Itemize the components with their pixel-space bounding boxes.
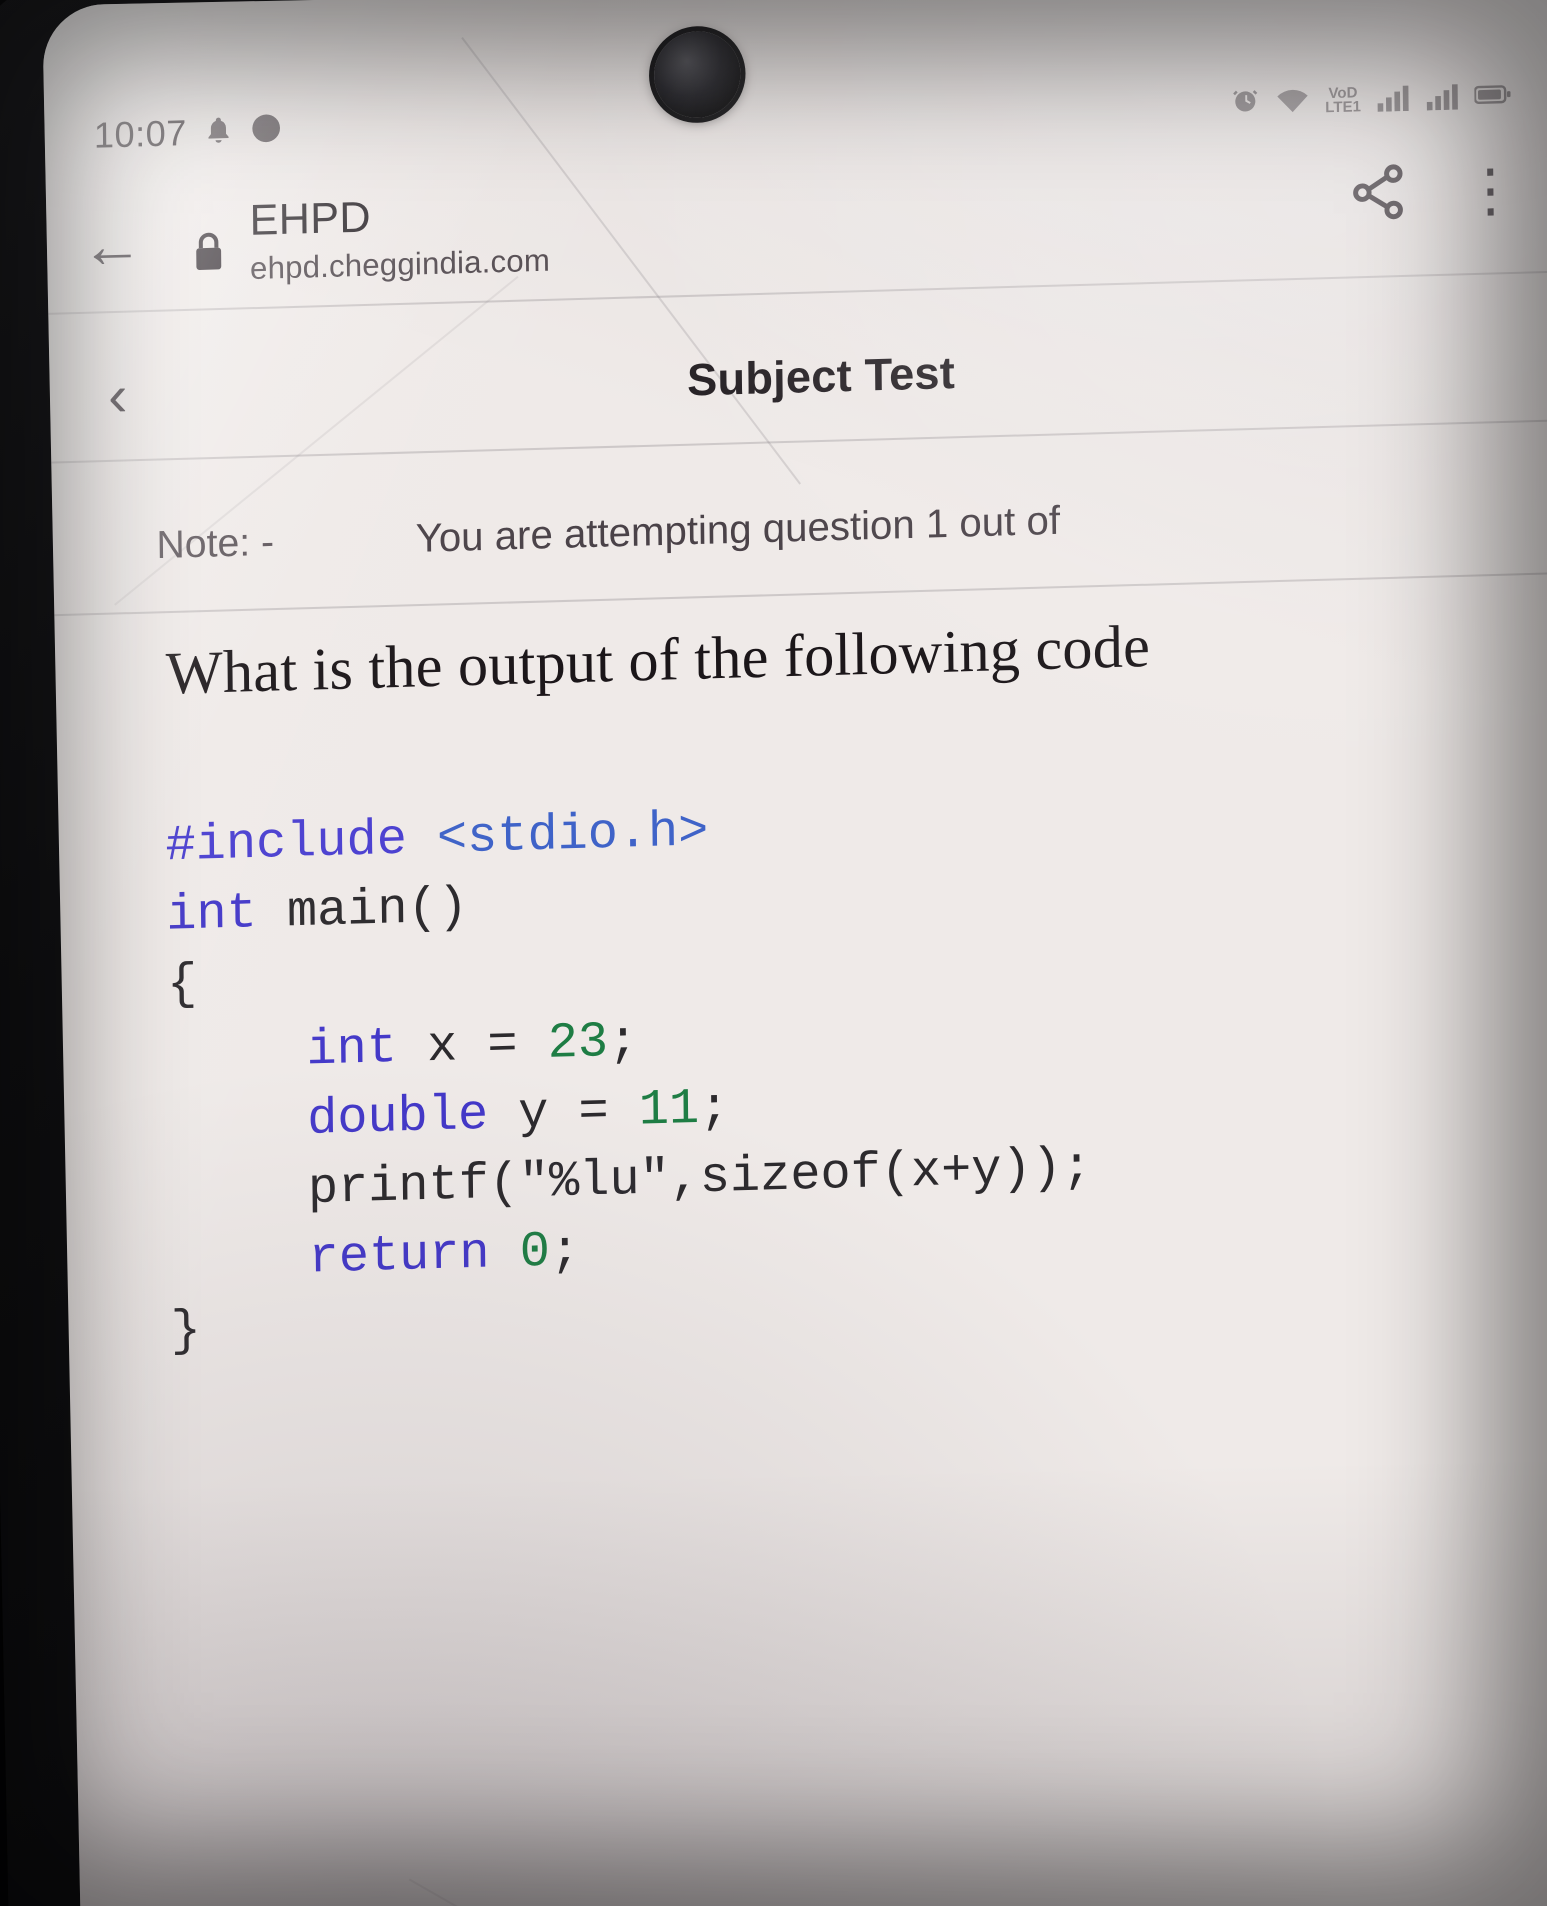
site-url: ehpd.cheggindia.com (249, 242, 551, 286)
browser-back-button[interactable]: ← (81, 211, 178, 282)
note-row: Note: - You are attempting question 1 ou… (43, 441, 1547, 614)
code-token: return (308, 1225, 490, 1288)
page-header: ‹ Subject Test (42, 301, 1547, 454)
code-token: #include (165, 810, 438, 876)
code-token: } (170, 1302, 202, 1361)
code-token: x = (396, 1015, 548, 1078)
page-back-button[interactable]: ‹ (42, 363, 193, 429)
status-bar-right: VoD LTE1 (1231, 78, 1511, 121)
status-bar-left: 10:07 (94, 109, 283, 156)
share-icon[interactable] (1346, 160, 1409, 229)
site-title: EHPD (249, 193, 372, 246)
alarm-clock-icon (1231, 85, 1262, 121)
wifi-icon (1276, 85, 1311, 119)
code-token: ,sizeof(x+y)); (669, 1139, 1093, 1209)
code-token: main() (256, 879, 469, 943)
browser-actions: ⋮ (1346, 157, 1520, 263)
question-text: What is the output of the following code (165, 612, 1151, 707)
signal-bars-sim1-icon (1376, 82, 1411, 116)
code-token: { (166, 956, 198, 1015)
do-not-disturb-moon-icon (249, 111, 283, 150)
page-title: Subject Test (686, 346, 956, 406)
code-token: 23 (547, 1013, 609, 1073)
code-block: #include <stdio.h> int main() { int x = 23;… (165, 771, 1547, 1367)
notification-bell-icon (203, 113, 234, 151)
code-token: printf( (307, 1155, 520, 1219)
browser-toolbar: ← EHPD ehpd.cheggindia.com ⋮ (42, 146, 1547, 309)
status-clock: 10:07 (93, 111, 188, 156)
volte-lte-icon: VoD LTE1 (1325, 84, 1362, 117)
attempt-counter: You are attempting question 1 out of (415, 498, 1061, 561)
phone-screen: 10:07 VoD LTE1 ← EHPD ehpd.cheggindia.co… (42, 0, 1547, 1906)
site-identity[interactable]: EHPD ehpd.cheggindia.com (249, 191, 550, 287)
signal-bars-sim2-icon (1425, 81, 1460, 115)
lock-icon[interactable] (177, 214, 240, 274)
volte-label-bottom: LTE1 (1325, 98, 1362, 117)
code-token: ; (698, 1079, 730, 1139)
code-token: ; (549, 1222, 581, 1281)
code-token: double (306, 1086, 489, 1149)
code-token: int (306, 1019, 398, 1080)
overflow-menu-icon[interactable]: ⋮ (1461, 157, 1520, 224)
code-token: 0 (519, 1223, 551, 1282)
note-label: Note: - (156, 520, 275, 568)
code-token: ; (607, 1013, 639, 1072)
code-token: <stdio.h> (436, 803, 709, 868)
code-token: 11 (638, 1080, 700, 1140)
code-token: y = (487, 1082, 640, 1144)
battery-icon (1473, 82, 1511, 110)
code-token: "%lu" (518, 1150, 671, 1213)
code-token: int (166, 885, 258, 945)
phone-photo: 10:07 VoD LTE1 ← EHPD ehpd.cheggindia.co… (0, 0, 1547, 1906)
